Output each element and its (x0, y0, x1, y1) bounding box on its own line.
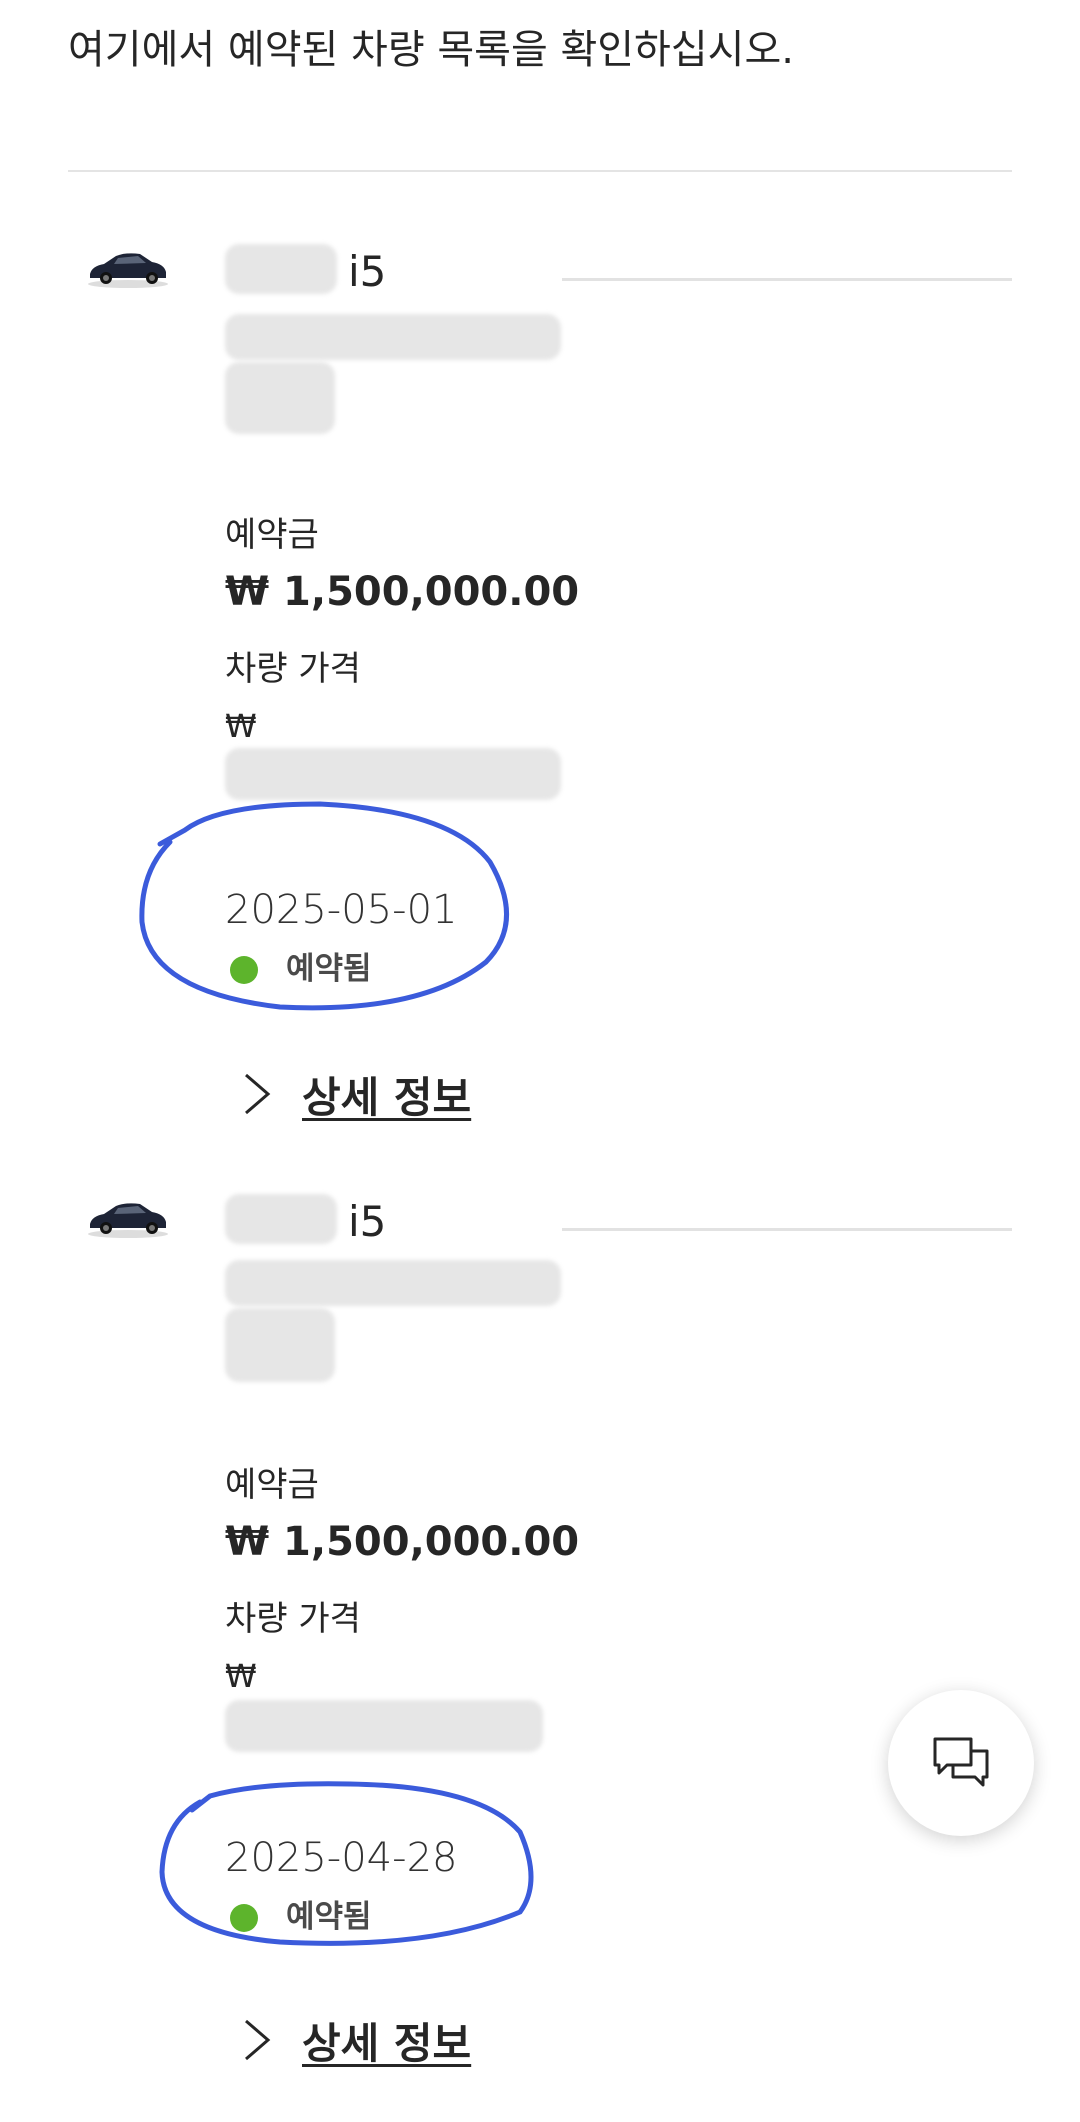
deposit-label: 예약금 (225, 515, 319, 555)
status-indicator-dot (230, 956, 258, 984)
redacted-region (225, 244, 337, 294)
reservation-date: 2025-05-01 (225, 887, 458, 933)
car-thumbnail-image (88, 1203, 168, 1238)
car-thumbnail-image (88, 253, 168, 288)
redacted-region (225, 748, 561, 800)
deposit-label: 예약금 (225, 1465, 319, 1505)
details-link-label: 상세 정보 (302, 1072, 472, 1122)
reservation-status: 예약됨 (286, 951, 372, 987)
divider (562, 1228, 1012, 1231)
vehicle-price-label: 차량 가격 (225, 649, 361, 689)
vehicle-price-currency: ₩ (225, 707, 257, 745)
chat-bubbles-icon (933, 1737, 989, 1787)
page-intro-text: 여기에서 예약된 차량 목록을 확인하십시오. (68, 27, 794, 73)
reservation-status: 예약됨 (286, 1899, 372, 1935)
vehicle-price-currency: ₩ (225, 1657, 257, 1695)
vehicle-model-name: i5 (348, 1197, 387, 1246)
deposit-amount: ₩ 1,500,000.00 (225, 1519, 580, 1565)
deposit-amount: ₩ 1,500,000.00 (225, 569, 580, 615)
redacted-region (225, 1194, 337, 1244)
reservation-card: i5 예약금 ₩ 1,500,000.00 차량 가격 ₩ 2025-04-28… (0, 1172, 1080, 2122)
reservation-card: i5 예약금 ₩ 1,500,000.00 차량 가격 ₩ 2025-05-01… (0, 222, 1080, 1172)
details-link[interactable]: 상세 정보 (242, 1064, 471, 1124)
details-link-label: 상세 정보 (302, 2018, 472, 2068)
redacted-region (225, 1700, 543, 1752)
redacted-region (225, 1260, 561, 1306)
chevron-right-icon (245, 1073, 271, 1115)
status-indicator-dot (230, 1904, 258, 1932)
redacted-region (225, 1308, 335, 1382)
vehicle-model-name: i5 (348, 247, 387, 296)
divider (562, 278, 1012, 281)
redacted-region (225, 362, 335, 434)
divider (68, 170, 1012, 172)
vehicle-price-label: 차량 가격 (225, 1599, 361, 1639)
reservation-date: 2025-04-28 (225, 1835, 458, 1881)
redacted-region (225, 314, 561, 360)
chat-button[interactable] (888, 1690, 1034, 1836)
details-link[interactable]: 상세 정보 (242, 2010, 471, 2070)
chevron-right-icon (245, 2019, 271, 2061)
